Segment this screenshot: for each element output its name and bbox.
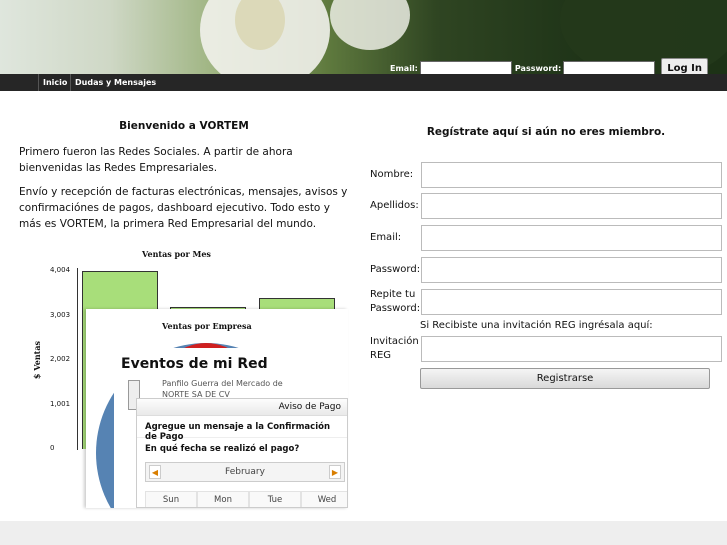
field-email: Email: — [370, 225, 722, 251]
field-password-repeat: Repite tu Password: — [370, 289, 722, 315]
password-repeat-label: Repite tu Password: — [370, 289, 421, 314]
nombre-label: Nombre: — [370, 169, 414, 180]
field-invite: Invitación REG — [370, 336, 722, 362]
register-title: Regístrate aquí si aún no eres miembro. — [426, 126, 666, 138]
day-sun: Sun — [145, 491, 197, 507]
password-field-label: Password: — [370, 264, 421, 275]
payment-dialog-header: Aviso de Pago — [137, 399, 347, 416]
email-label: Email: — [390, 63, 418, 73]
chart-y-axis — [77, 268, 78, 450]
calendar-days: Sun Mon Tue Wed — [145, 491, 347, 507]
apellidos-input[interactable] — [421, 193, 722, 219]
login-password-input[interactable] — [563, 61, 656, 74]
invite-input[interactable] — [421, 336, 722, 362]
welcome-paragraph-2: Envío y recepción de facturas electrónic… — [19, 186, 348, 230]
chart-ytick: 0 — [50, 444, 55, 452]
chart-ylabel: $ Ventas — [32, 340, 43, 380]
header-banner: Email: Password: Log In — [0, 0, 727, 74]
apellidos-label: Apellidos: — [370, 200, 419, 211]
email-field-label: Email: — [370, 232, 402, 243]
event-item[interactable]: Panfilo Guerra del Mercado de NORTE SA D… — [162, 378, 302, 400]
field-nombre: Nombre: — [370, 162, 722, 188]
invite-hint: Si Recibiste una invitación REG ingrésal… — [420, 320, 653, 331]
calendar-month: February — [225, 467, 265, 477]
payment-dialog: Aviso de Pago Agregue un mensaje a la Co… — [136, 398, 348, 508]
nav-bar: Inicio Dudas y Mensajes — [0, 74, 727, 91]
calendar-header: ◀ February ▶ — [145, 462, 345, 482]
day-wed: Wed — [301, 491, 347, 507]
welcome-title: Bienvenido a VORTEM — [119, 120, 249, 132]
email-field[interactable] — [421, 225, 722, 251]
welcome-paragraph-1: Primero fueron las Redes Sociales. A par… — [19, 146, 293, 174]
password-repeat-field[interactable] — [421, 289, 722, 315]
next-month-icon[interactable]: ▶ — [329, 465, 341, 479]
password-label: Password: — [514, 63, 562, 73]
register-button[interactable]: Registrarse — [420, 368, 710, 389]
nav-inicio[interactable]: Inicio — [38, 74, 71, 91]
company-chart-title: Ventas por Empresa — [162, 321, 252, 331]
chart-ytick: 1,001 — [50, 399, 71, 408]
footer-bar — [0, 521, 727, 545]
login-email-input[interactable] — [419, 61, 512, 74]
nombre-input[interactable] — [421, 162, 722, 188]
register-form: Regístrate aquí si aún no eres miembro. … — [370, 126, 722, 389]
day-mon: Mon — [197, 491, 249, 507]
chart-ytick: 3,003 — [50, 310, 71, 319]
prev-month-icon[interactable]: ◀ — [149, 465, 161, 479]
login-form: Email: Password: Log In — [390, 58, 708, 74]
events-title: Eventos de mi Red — [121, 356, 268, 372]
payment-message-label: Agregue un mensaje a la Confirmación de … — [137, 416, 347, 442]
chart-title: Ventas por Mes — [142, 249, 211, 259]
chart-ytick: 2,002 — [50, 355, 71, 363]
invite-label: Invitación REG — [370, 336, 419, 361]
nav-dudas-mensajes[interactable]: Dudas y Mensajes — [70, 74, 160, 91]
field-apellidos: Apellidos: — [370, 193, 722, 219]
flower-petal — [330, 0, 410, 50]
chart-ytick: 4,004 — [50, 266, 71, 274]
login-button[interactable]: Log In — [661, 58, 708, 74]
day-tue: Tue — [249, 491, 301, 507]
field-password: Password: — [370, 257, 722, 283]
welcome-section: Bienvenido a VORTEM Primero fueron las R… — [19, 118, 349, 240]
password-field[interactable] — [421, 257, 722, 283]
